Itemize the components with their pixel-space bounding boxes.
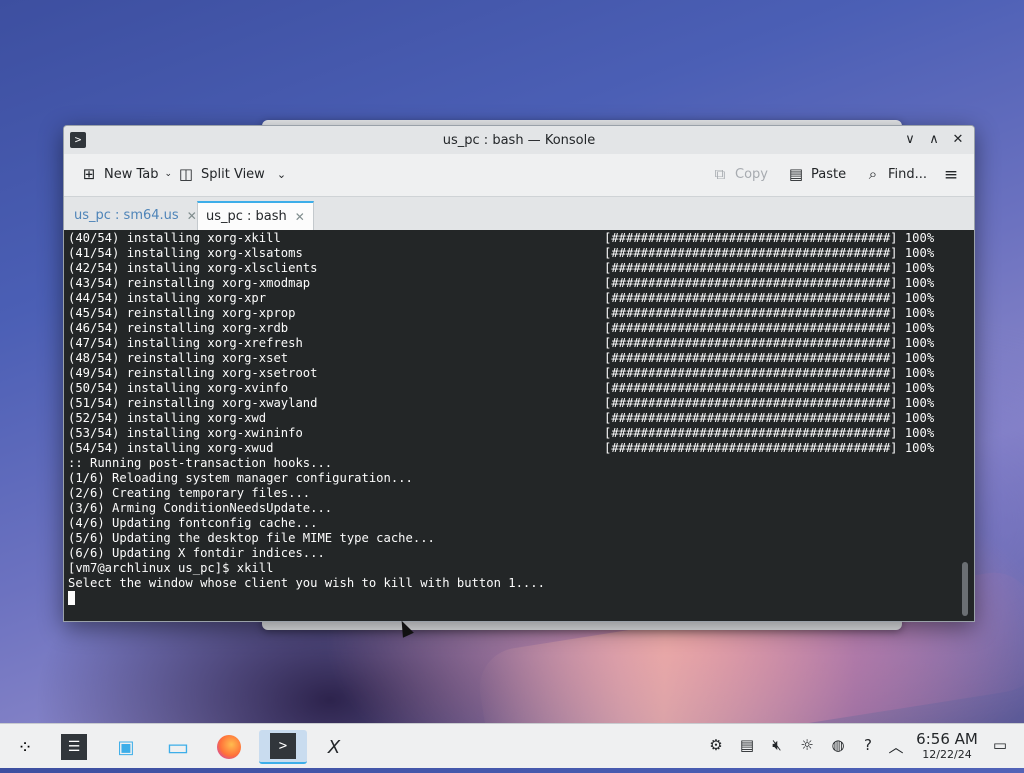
system-settings-icon[interactable]: ☰ [57, 730, 91, 764]
progress-line: [######################################]… [604, 411, 935, 425]
progress-line: [######################################]… [604, 366, 935, 380]
network-icon[interactable]: ⚙ [706, 736, 726, 754]
terminal-line: [vm7@archlinux us_pc]$ xkill [68, 561, 274, 575]
terminal-line: (1/6) Reloading system manager configura… [68, 471, 413, 485]
terminal-line: (4/6) Updating fontconfig cache... [68, 516, 318, 530]
paste-button[interactable]: ▤ Paste [787, 165, 846, 183]
tab-label: us_pc : bash [206, 209, 287, 224]
split-view-icon: ◫ [178, 165, 194, 183]
maximize-button[interactable]: ∧ [924, 130, 944, 150]
konsole-window[interactable]: > us_pc : bash — Konsole ∨ ∧ ✕ ⊞ New Tab… [63, 125, 975, 622]
minimize-button[interactable]: ∨ [900, 130, 920, 150]
terminal-line: (54/54) installing xorg-xwud [68, 441, 274, 455]
globe-icon[interactable]: ◍ [828, 736, 848, 754]
split-view-label: Split View [201, 166, 265, 182]
xkill-icon[interactable]: X [317, 730, 351, 764]
paste-icon: ▤ [788, 165, 804, 183]
tab-sm64[interactable]: us_pc : sm64.us ✕ [66, 201, 205, 230]
terminal-line: Select the window whose client you wish … [68, 576, 545, 590]
titlebar[interactable]: > us_pc : bash — Konsole ∨ ∧ ✕ [64, 126, 974, 154]
show-desktop-icon[interactable]: ▭ [990, 736, 1010, 754]
terminal-line: (5/6) Updating the desktop file MIME typ… [68, 531, 435, 545]
progress-line: [######################################]… [604, 246, 935, 260]
progress-line: [######################################]… [604, 336, 935, 350]
tab-bar: us_pc : sm64.us ✕ us_pc : bash ✕ [64, 197, 974, 231]
terminal-line: :: Running post-transaction hooks... [68, 456, 333, 470]
brightness-icon[interactable]: ☼ [797, 736, 817, 754]
progress-bars: [######################################]… [604, 231, 934, 456]
clock-date: 12/22/24 [922, 748, 972, 761]
progress-line: [######################################]… [604, 321, 935, 335]
progress-line: [######################################]… [604, 396, 935, 410]
konsole-icon[interactable]: > [259, 730, 307, 764]
terminal-line: (50/54) installing xorg-xvinfo [68, 381, 289, 395]
firefox-icon[interactable] [212, 730, 246, 764]
new-tab-button[interactable]: ⊞ New Tab ⌄ [80, 165, 172, 183]
progress-line: [######################################]… [604, 426, 935, 440]
close-button[interactable]: ✕ [948, 130, 968, 150]
close-icon[interactable]: ✕ [187, 209, 197, 223]
taskbar: ⁘ ☰ ▣ ▭ > X ⚙ ▤ 🔇︎ ☼ ◍ ? ︿ 6:56 AM 12/22… [0, 723, 1024, 768]
terminal-line: (42/54) installing xorg-xlsclients [68, 261, 318, 275]
chevron-down-icon: ⌄ [164, 169, 173, 179]
toolbar: ⊞ New Tab ⌄ ◫ Split View ⌄ ⧉ Copy ▤ Past… [64, 154, 974, 197]
copy-icon: ⧉ [714, 165, 726, 183]
terminal-line: (45/54) reinstalling xorg-xprop [68, 306, 296, 320]
discover-store-icon[interactable]: ▣ [109, 730, 143, 764]
tab-bash[interactable]: us_pc : bash ✕ [197, 201, 314, 230]
terminal-output: (40/54) installing xorg-xkill (41/54) ins… [68, 231, 545, 606]
terminal-line: (46/54) reinstalling xorg-xrdb [68, 321, 289, 335]
find-button[interactable]: ⌕ Find... [864, 165, 927, 183]
clipboard-icon[interactable]: ▤ [737, 736, 757, 754]
volume-muted-icon[interactable]: 🔇︎ [767, 736, 787, 754]
terminal-line: (44/54) installing xorg-xpr [68, 291, 267, 305]
find-label: Find... [888, 166, 928, 182]
progress-line: [######################################]… [604, 351, 935, 365]
copy-button[interactable]: ⧉ Copy [711, 165, 768, 183]
terminal-line: (40/54) installing xorg-xkill [68, 231, 281, 245]
terminal-line: (41/54) installing xorg-xlsatoms [68, 246, 303, 260]
file-manager-icon[interactable]: ▭ [161, 730, 195, 764]
split-view-button[interactable]: ◫ Split View ⌄ [177, 165, 286, 183]
text-cursor [68, 591, 75, 605]
terminal-line: (49/54) reinstalling xorg-xsetroot [68, 366, 318, 380]
terminal-line: (52/54) installing xorg-xwd [68, 411, 267, 425]
terminal-line: (51/54) reinstalling xorg-xwayland [68, 396, 318, 410]
new-tab-label: New Tab [104, 166, 159, 182]
terminal-line: (53/54) installing xorg-xwininfo [68, 426, 303, 440]
copy-label: Copy [735, 166, 768, 182]
app-launcher-icon[interactable]: ⁘ [8, 730, 42, 764]
progress-line: [######################################]… [604, 381, 935, 395]
terminal-line: (6/6) Updating X fontdir indices... [68, 546, 325, 560]
help-icon[interactable]: ? [858, 736, 878, 754]
clock-time: 6:56 AM [916, 730, 978, 748]
terminal-line: (3/6) Arming ConditionNeedsUpdate... [68, 501, 333, 515]
progress-line: [######################################]… [604, 261, 935, 275]
progress-line: [######################################]… [604, 231, 935, 245]
new-tab-icon: ⊞ [82, 165, 96, 183]
progress-line: [######################################]… [604, 441, 935, 455]
chevron-down-icon[interactable]: ⌄ [277, 168, 286, 181]
terminal-view[interactable]: (40/54) installing xorg-xkill (41/54) ins… [64, 230, 974, 621]
terminal-line: (47/54) installing xorg-xrefresh [68, 336, 303, 350]
menu-icon: ≡ [943, 165, 959, 185]
terminal-line: (43/54) reinstalling xorg-xmodmap [68, 276, 311, 290]
progress-line: [######################################]… [604, 306, 935, 320]
terminal-line: (2/6) Creating temporary files... [68, 486, 311, 500]
search-icon: ⌕ [868, 165, 878, 183]
scrollbar[interactable] [962, 562, 968, 616]
hamburger-menu-button[interactable]: ≡ [942, 165, 960, 185]
paste-label: Paste [811, 166, 847, 182]
progress-line: [######################################]… [604, 291, 935, 305]
tab-label: us_pc : sm64.us [74, 208, 179, 223]
clock[interactable]: 6:56 AM 12/22/24 [912, 730, 982, 761]
close-icon[interactable]: ✕ [295, 210, 305, 224]
progress-line: [######################################]… [604, 276, 935, 290]
terminal-line: (48/54) reinstalling xorg-xset [68, 351, 289, 365]
expand-tray-icon[interactable]: ︿ [886, 736, 906, 757]
window-title: us_pc : bash — Konsole [442, 132, 596, 148]
terminal-cursor-line [68, 591, 545, 606]
